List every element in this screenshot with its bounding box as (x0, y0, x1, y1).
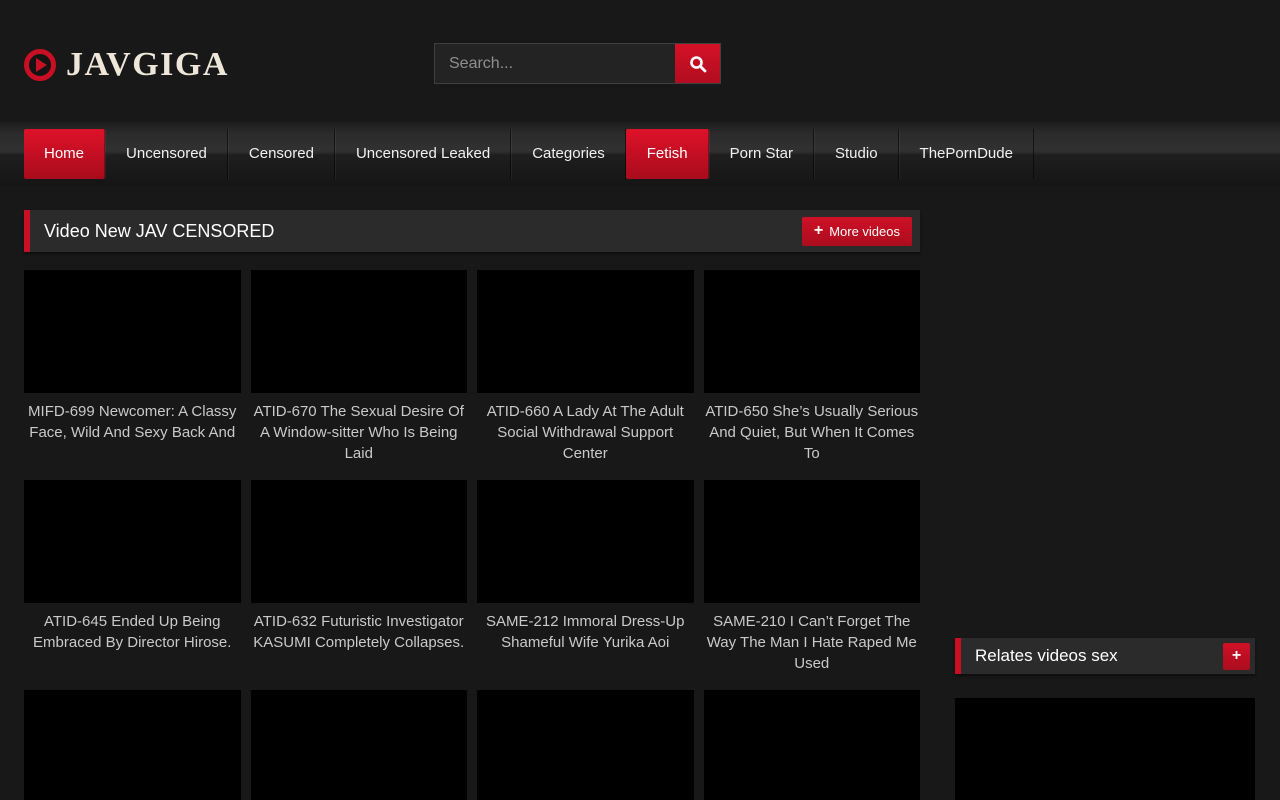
play-circle-icon (24, 49, 56, 81)
video-thumbnail[interactable] (24, 690, 241, 800)
video-thumbnail[interactable] (24, 480, 241, 603)
sidebar: Relates videos sex + (955, 210, 1255, 800)
section-title: Video New JAV CENSORED (30, 221, 274, 242)
video-thumbnail[interactable] (477, 690, 694, 800)
more-videos-button[interactable]: + More videos (802, 217, 912, 246)
nav-item-home[interactable]: Home (24, 129, 105, 179)
main-column: Video New JAV CENSORED + More videos MIF… (24, 210, 920, 800)
video-title[interactable]: MIFD-699 Newcomer: A Classy Face, Wild A… (24, 401, 241, 443)
nav-item-categories[interactable]: Categories (511, 129, 626, 179)
video-thumbnail[interactable] (251, 690, 468, 800)
play-triangle-icon (36, 58, 47, 72)
search-form (434, 43, 721, 84)
video-card[interactable]: ATID-660 A Lady At The Adult Social With… (477, 270, 694, 464)
nav-item-censored[interactable]: Censored (228, 129, 335, 179)
nav-item-theporndude[interactable]: ThePornDude (899, 129, 1034, 179)
video-thumbnail[interactable] (251, 270, 468, 393)
sidebar-section-header: Relates videos sex + (955, 638, 1255, 674)
site-logo[interactable]: JAVGIGA (24, 46, 229, 84)
video-title[interactable]: SAME-210 I Can’t Forget The Way The Man … (704, 611, 921, 674)
sidebar-section-title: Relates videos sex (961, 646, 1118, 666)
nav-item-fetish[interactable]: Fetish (626, 129, 709, 179)
more-videos-label: More videos (829, 224, 900, 239)
page-content: Video New JAV CENSORED + More videos MIF… (0, 186, 1280, 800)
video-thumbnail[interactable] (704, 690, 921, 800)
plus-icon: + (1232, 650, 1241, 662)
sidebar-more-button[interactable]: + (1223, 643, 1250, 670)
video-title[interactable]: ATID-670 The Sexual Desire Of A Window-s… (251, 401, 468, 464)
section-header: Video New JAV CENSORED + More videos (24, 210, 920, 252)
video-card[interactable]: SAME-212 Immoral Dress-Up Shameful Wife … (477, 480, 694, 674)
nav-item-studio[interactable]: Studio (814, 129, 899, 179)
search-icon (689, 55, 707, 73)
video-card[interactable]: ATID-650 She’s Usually Serious And Quiet… (704, 270, 921, 464)
main-nav: Home Uncensored Censored Uncensored Leak… (0, 122, 1280, 186)
search-input[interactable] (435, 44, 675, 83)
search-button[interactable] (675, 44, 720, 83)
video-title[interactable]: SAME-212 Immoral Dress-Up Shameful Wife … (477, 611, 694, 653)
video-card[interactable]: SAME-203 A Story About A Sex- (251, 690, 468, 800)
video-thumbnail[interactable] (477, 480, 694, 603)
video-title[interactable]: ATID-645 Ended Up Being Embraced By Dire… (24, 611, 241, 653)
video-thumbnail[interactable] (24, 270, 241, 393)
video-title[interactable]: ATID-650 She’s Usually Serious And Quiet… (704, 401, 921, 464)
video-thumbnail[interactable] (704, 270, 921, 393)
nav-list: Home Uncensored Censored Uncensored Leak… (24, 129, 1280, 179)
video-card[interactable]: MIFD-699 Newcomer: A Classy Face, Wild A… (24, 270, 241, 464)
nav-item-porn-star[interactable]: Porn Star (709, 129, 814, 179)
sidebar-video-thumbnail[interactable] (955, 698, 1255, 800)
nav-item-uncensored-leaked[interactable]: Uncensored Leaked (335, 129, 511, 179)
video-title[interactable]: ATID-632 Futuristic Investigator KASUMI … (251, 611, 468, 653)
site-header: JAVGIGA (0, 0, 1280, 122)
video-card[interactable]: SAME-208 Schoolgirl Confinement (24, 690, 241, 800)
video-card[interactable]: SAME-210 I Can’t Forget The Way The Man … (704, 480, 921, 674)
video-card[interactable]: ATID-670 The Sexual Desire Of A Window-s… (251, 270, 468, 464)
video-card[interactable]: YUJ-055 From The Day I Got (704, 690, 921, 800)
site-logo-text: JAVGIGA (66, 46, 229, 84)
plus-icon: + (814, 225, 823, 237)
video-thumbnail[interactable] (251, 480, 468, 603)
video-card[interactable]: ATID-632 Futuristic Investigator KASUMI … (251, 480, 468, 674)
video-card[interactable]: YUJ-057 “Let’s Get Married When (477, 690, 694, 800)
video-thumbnail[interactable] (704, 480, 921, 603)
video-title[interactable]: ATID-660 A Lady At The Adult Social With… (477, 401, 694, 464)
video-thumbnail[interactable] (477, 270, 694, 393)
video-card[interactable]: ATID-645 Ended Up Being Embraced By Dire… (24, 480, 241, 674)
video-grid: MIFD-699 Newcomer: A Classy Face, Wild A… (24, 270, 920, 800)
nav-item-uncensored[interactable]: Uncensored (105, 129, 228, 179)
